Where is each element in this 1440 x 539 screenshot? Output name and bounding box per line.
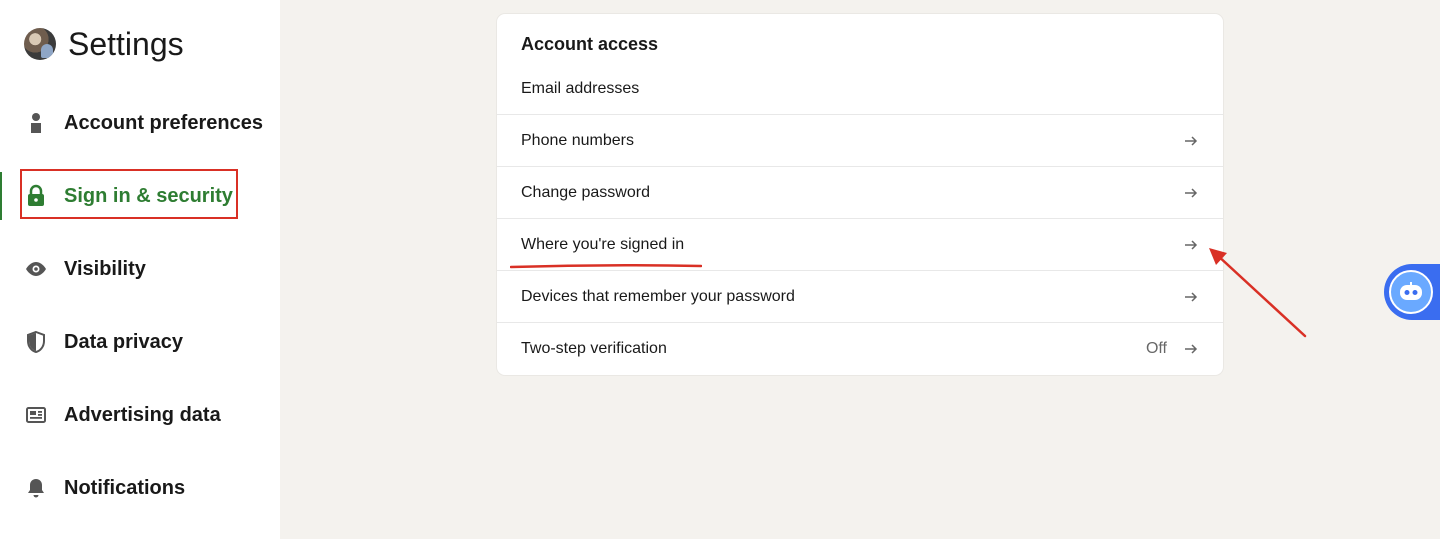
row-label: Phone numbers	[521, 132, 634, 149]
row-label: Two-step verification	[521, 340, 667, 357]
sidebar-item-data-privacy[interactable]: Data privacy	[0, 322, 280, 362]
row-label: Change password	[521, 184, 650, 201]
annotation-arrow	[1209, 248, 1307, 338]
page-title: Settings	[68, 26, 184, 62]
avatar[interactable]	[24, 28, 56, 60]
settings-sidebar: Settings Account preferences Sign in & s…	[0, 0, 280, 539]
sidebar-item-label: Data privacy	[64, 330, 183, 353]
arrow-right-icon	[1185, 344, 1198, 354]
row-two-step-verification[interactable]: Two-step verification Off	[497, 322, 1223, 375]
arrow-right-icon	[1185, 136, 1198, 146]
row-change-password[interactable]: Change password	[497, 166, 1223, 219]
sidebar-item-visibility[interactable]: Visibility	[0, 249, 280, 289]
row-label: Where you're signed in	[521, 236, 685, 253]
annotation-highlight-box	[20, 169, 238, 219]
sidebar-item-advertising-data[interactable]: Advertising data	[0, 395, 280, 435]
sidebar-item-notifications[interactable]: Notifications	[0, 468, 280, 508]
sidebar-item-label: Notifications	[64, 476, 186, 499]
row-label: Devices that remember your password	[521, 288, 795, 305]
row-email-addresses[interactable]: Email addresses	[497, 63, 1223, 115]
status-text: Off	[1145, 340, 1167, 357]
shield-icon	[24, 330, 48, 354]
person-icon	[24, 111, 48, 135]
sidebar-item-account-preferences[interactable]: Account preferences	[0, 103, 280, 143]
annotation-underline	[510, 263, 702, 269]
sidebar-item-label: Visibility	[64, 257, 146, 280]
robot-icon	[1389, 270, 1433, 314]
row-devices-remember-password[interactable]: Devices that remember your password	[497, 270, 1223, 323]
bell-icon	[24, 476, 48, 500]
arrow-right-icon	[1185, 188, 1198, 198]
assistant-launcher-button[interactable]	[1384, 264, 1440, 320]
card-title: Account access	[521, 34, 659, 54]
sidebar-item-label: Advertising data	[64, 403, 221, 426]
sidebar-item-label: Account preferences	[64, 111, 263, 134]
newspaper-icon	[24, 403, 48, 427]
account-access-card: Account access Email addresses Phone num…	[497, 14, 1223, 375]
arrow-right-icon	[1185, 240, 1198, 250]
sidebar-header: Settings	[24, 26, 184, 62]
arrow-right-icon	[1185, 292, 1198, 302]
row-label: Email addresses	[521, 80, 640, 97]
row-phone-numbers[interactable]: Phone numbers	[497, 114, 1223, 167]
eye-icon	[24, 257, 48, 281]
